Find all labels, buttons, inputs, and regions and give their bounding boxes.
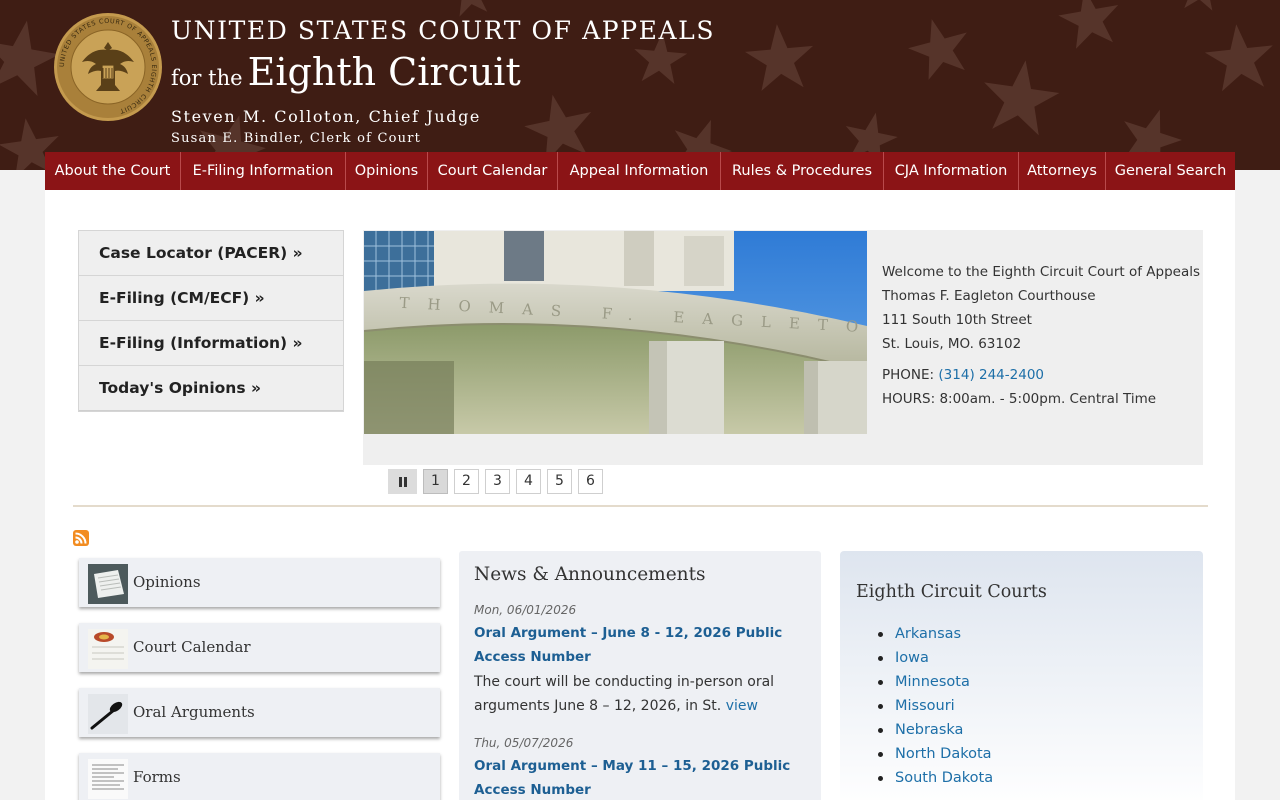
main-content: Case Locator (PACER) » E-Filing (CM/ECF)… xyxy=(45,190,1235,800)
nav-attorneys[interactable]: Attorneys xyxy=(1019,152,1106,190)
microphone-thumbnail-icon xyxy=(88,694,128,734)
calendar-thumbnail-icon xyxy=(88,629,128,669)
phone-label: PHONE: xyxy=(882,367,935,383)
street-address: 111 South 10th Street xyxy=(882,312,1032,328)
rss-feed-icon[interactable] xyxy=(73,530,89,546)
resource-card-oral-arguments[interactable]: Oral Arguments xyxy=(79,688,440,737)
phone-link[interactable]: (314) 244-2400 xyxy=(938,367,1044,383)
section-divider xyxy=(73,505,1208,507)
court-link-minnesota[interactable]: Minnesota xyxy=(877,670,993,694)
news-summary: The court will be conducting in-person o… xyxy=(474,670,814,718)
courts-list: Arkansas Iowa Minnesota Missouri Nebrask… xyxy=(877,622,993,790)
chief-judge: Steven M. Colloton, Chief Judge xyxy=(171,107,482,126)
resource-card-forms[interactable]: Forms xyxy=(79,753,440,800)
slideshow: THOMAS F. EAGLETON Welcome to the Eighth… xyxy=(363,230,1203,465)
nav-cja-information[interactable]: CJA Information xyxy=(884,152,1019,190)
eighth-circuit-courts: Eighth Circuit Courts Arkansas Iowa Minn… xyxy=(840,551,1203,800)
news-item: Thu, 05/07/2026 Oral Argument – May 11 –… xyxy=(474,736,814,800)
courthouse-name: Thomas F. Eagleton Courthouse xyxy=(882,288,1096,304)
hours-line: HOURS: 8:00am. - 5:00pm. Central Time xyxy=(882,391,1157,407)
resource-label: Court Calendar xyxy=(133,638,251,656)
site-header: UNITED STATES COURT OF APPEALS EIGHTH CI… xyxy=(0,0,1280,170)
court-link-north-dakota[interactable]: North Dakota xyxy=(877,742,993,766)
court-subtitle: for the Eighth Circuit xyxy=(171,50,521,94)
resource-label: Oral Arguments xyxy=(133,703,255,721)
clerk-of-court: Susan E. Bindler, Clerk of Court xyxy=(171,131,422,146)
courthouse-photo[interactable]: THOMAS F. EAGLETON xyxy=(364,231,867,434)
news-headline-link[interactable]: Oral Argument – June 8 - 12, 2026 Public… xyxy=(474,621,814,669)
pause-icon xyxy=(398,477,407,487)
quick-link-e-filing-information[interactable]: E-Filing (Information) » xyxy=(79,321,343,366)
court-link-iowa[interactable]: Iowa xyxy=(877,646,993,670)
court-title: UNITED STATES COURT OF APPEALS xyxy=(171,16,716,45)
phone-line: PHONE: (314) 244-2400 xyxy=(882,363,1200,387)
nav-about-the-court[interactable]: About the Court xyxy=(45,152,181,190)
slide-page-button[interactable]: 6 xyxy=(578,469,603,494)
nav-general-search[interactable]: General Search xyxy=(1106,152,1235,190)
slide-page-button[interactable]: 4 xyxy=(516,469,541,494)
news-date: Thu, 05/07/2026 xyxy=(474,736,574,750)
pause-button[interactable] xyxy=(388,469,417,494)
court-subtitle-circuit: Eighth Circuit xyxy=(247,50,521,94)
court-link-south-dakota[interactable]: South Dakota xyxy=(877,766,993,790)
quick-link-todays-opinions[interactable]: Today's Opinions » xyxy=(79,366,343,411)
slide-page-button[interactable]: 5 xyxy=(547,469,572,494)
address-block: Welcome to the Eighth Circuit Court of A… xyxy=(882,260,1200,411)
news-title: News & Announcements xyxy=(474,564,706,585)
quick-links: Case Locator (PACER) » E-Filing (CM/ECF)… xyxy=(78,230,344,412)
nav-court-calendar[interactable]: Court Calendar xyxy=(428,152,558,190)
news-date: Mon, 06/01/2026 xyxy=(474,603,577,617)
courts-title: Eighth Circuit Courts xyxy=(856,582,1047,602)
quick-link-e-filing-cm-ecf[interactable]: E-Filing (CM/ECF) » xyxy=(79,276,343,321)
main-nav: About the Court E-Filing Information Opi… xyxy=(45,152,1235,190)
court-link-nebraska[interactable]: Nebraska xyxy=(877,718,993,742)
slide-page-button[interactable]: 2 xyxy=(454,469,479,494)
resource-card-court-calendar[interactable]: Court Calendar xyxy=(79,623,440,672)
resource-label: Forms xyxy=(133,768,181,786)
news-item: Mon, 06/01/2026 Oral Argument – June 8 -… xyxy=(474,603,814,718)
court-subtitle-for-the: for the xyxy=(171,66,243,90)
court-link-missouri[interactable]: Missouri xyxy=(877,694,993,718)
slide-page-button[interactable]: 3 xyxy=(485,469,510,494)
news-view-link[interactable]: view xyxy=(726,698,758,714)
quick-link-case-locator[interactable]: Case Locator (PACER) » xyxy=(79,231,343,276)
forms-thumbnail-icon xyxy=(88,759,128,799)
resource-card-opinions[interactable]: Opinions xyxy=(79,558,440,607)
resource-label: Opinions xyxy=(133,573,201,591)
slide-page-button[interactable]: 1 xyxy=(423,469,448,494)
nav-rules-procedures[interactable]: Rules & Procedures xyxy=(721,152,884,190)
court-seal-logo: UNITED STATES COURT OF APPEALS EIGHTH CI… xyxy=(54,13,162,121)
welcome-text: Welcome to the Eighth Circuit Court of A… xyxy=(882,264,1201,280)
news-announcements: News & Announcements Mon, 06/01/2026 Ora… xyxy=(459,551,821,800)
news-headline-link[interactable]: Oral Argument – May 11 – 15, 2026 Public… xyxy=(474,754,814,800)
court-link-arkansas[interactable]: Arkansas xyxy=(877,622,993,646)
nav-appeal-information[interactable]: Appeal Information xyxy=(558,152,721,190)
nav-e-filing-information[interactable]: E-Filing Information xyxy=(181,152,346,190)
nav-opinions[interactable]: Opinions xyxy=(346,152,428,190)
city-state-zip: St. Louis, MO. 63102 xyxy=(882,336,1022,352)
slideshow-pager: 1 2 3 4 5 6 xyxy=(388,469,609,494)
opinions-thumbnail-icon xyxy=(88,564,128,604)
